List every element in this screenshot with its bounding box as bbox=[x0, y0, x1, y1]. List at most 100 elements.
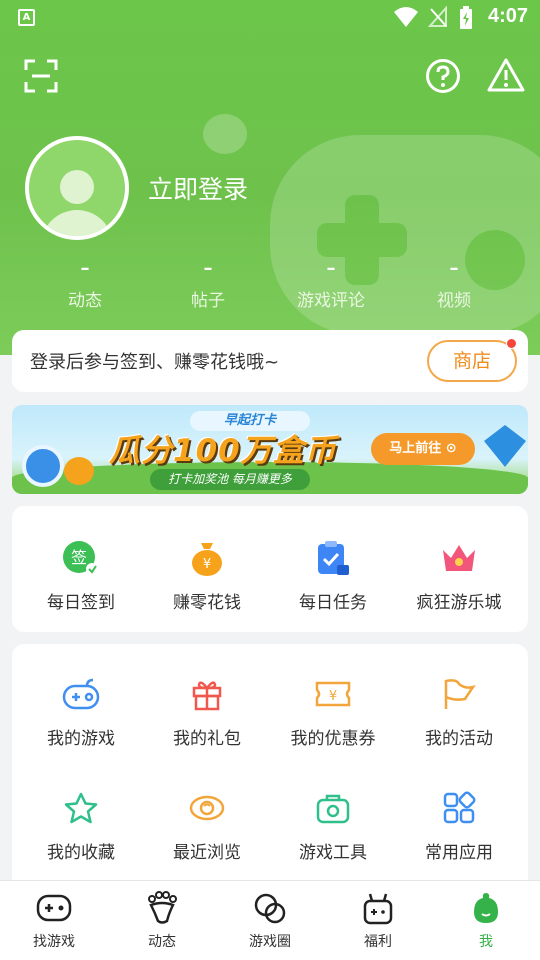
stat-game-reviews[interactable]: – 游戏评论 bbox=[281, 258, 381, 311]
stat-value: – bbox=[449, 258, 459, 279]
feature-label: 我的游戏 bbox=[47, 729, 115, 749]
my-games[interactable]: 我的游戏 bbox=[18, 672, 144, 749]
gamepad-icon bbox=[36, 894, 72, 922]
banner-subtitle: 打卡加奖池 每月赚更多 bbox=[150, 469, 310, 490]
paw-icon bbox=[148, 891, 177, 924]
profile-header: A 4:07 立即登录 – 动态 – 帖子 – 游戏评论 – 视频 bbox=[0, 0, 540, 355]
login-link[interactable]: 立即登录 bbox=[148, 170, 248, 206]
flag-icon bbox=[444, 679, 476, 709]
svg-text:¥: ¥ bbox=[203, 557, 211, 572]
signin-prompt: 登录后参与签到、赚零花钱哦~ bbox=[30, 352, 280, 373]
stat-posts[interactable]: – 帖子 bbox=[158, 258, 258, 311]
scan-icon[interactable] bbox=[24, 59, 58, 93]
wifi-icon bbox=[394, 7, 418, 27]
svg-text:¥: ¥ bbox=[329, 689, 337, 704]
money-bag-icon: ¥ bbox=[192, 543, 222, 576]
stat-label: 动态 bbox=[68, 291, 102, 311]
app-notification-icon: A bbox=[18, 9, 35, 26]
help-icon[interactable] bbox=[425, 58, 461, 94]
stat-label: 帖子 bbox=[191, 291, 225, 311]
promo-banner[interactable]: 早起打卡 瓜分100万盒币 打卡加奖池 每月赚更多 马上前往 ⊙ bbox=[12, 405, 528, 494]
warning-icon[interactable] bbox=[486, 57, 526, 93]
notification-dot bbox=[506, 338, 517, 349]
quick-label: 赚零花钱 bbox=[173, 593, 241, 613]
stat-dynamics[interactable]: – 动态 bbox=[35, 258, 135, 311]
feature-label: 我的礼包 bbox=[173, 729, 241, 749]
stat-label: 视频 bbox=[437, 291, 471, 311]
feature-label: 常用应用 bbox=[425, 843, 493, 863]
tab-label: 福利 bbox=[364, 934, 392, 950]
my-coupons[interactable]: ¥ 我的优惠券 bbox=[270, 672, 396, 749]
feature-label: 我的优惠券 bbox=[290, 729, 376, 749]
tab-label: 游戏圈 bbox=[249, 934, 291, 950]
apps-icon bbox=[443, 791, 476, 824]
feature-label: 最近浏览 bbox=[173, 843, 241, 863]
feature-label: 游戏工具 bbox=[299, 843, 367, 863]
quick-actions-card: 签 每日签到 ¥ 赚零花钱 每日任务 疯狂游乐城 bbox=[12, 506, 528, 632]
my-features-card: 我的游戏 我的礼包 ¥ 我的优惠券 我的活动 我的收藏 最近浏览 游戏工具 常用… bbox=[12, 644, 528, 894]
gift-box-icon bbox=[363, 893, 393, 925]
gift-icon bbox=[192, 681, 222, 711]
stat-videos[interactable]: – 视频 bbox=[404, 258, 504, 311]
quick-actions-grid: 签 每日签到 ¥ 赚零花钱 每日任务 疯狂游乐城 bbox=[18, 536, 522, 613]
gamepad-icon bbox=[62, 678, 100, 710]
task-clipboard-icon bbox=[318, 541, 349, 575]
my-features-row-2: 我的收藏 最近浏览 游戏工具 常用应用 bbox=[18, 786, 522, 863]
quick-daily-task[interactable]: 每日任务 bbox=[270, 536, 396, 613]
quick-daily-signin[interactable]: 签 每日签到 bbox=[18, 536, 144, 613]
coupon-icon: ¥ bbox=[315, 681, 351, 707]
tab-label: 我 bbox=[479, 934, 493, 950]
stat-value: – bbox=[80, 258, 90, 279]
battery-charging-icon bbox=[460, 6, 472, 29]
feature-label: 我的收藏 bbox=[47, 843, 115, 863]
crown-icon bbox=[443, 545, 475, 571]
quick-label: 每日签到 bbox=[47, 593, 115, 613]
clock-time: 4:07 bbox=[487, 5, 528, 27]
recent-views[interactable]: 最近浏览 bbox=[144, 786, 270, 863]
gamepad-watermark-icon bbox=[270, 135, 540, 335]
quick-earn-money[interactable]: ¥ 赚零花钱 bbox=[144, 536, 270, 613]
avatar-body bbox=[41, 210, 113, 236]
mascot-icon bbox=[474, 893, 498, 923]
feature-label: 我的活动 bbox=[425, 729, 493, 749]
gift-cube-icon bbox=[484, 425, 526, 467]
shop-button[interactable]: 商店 bbox=[427, 338, 517, 382]
avatar-head bbox=[60, 170, 94, 204]
no-signal-icon bbox=[428, 6, 447, 27]
banner-cta-button[interactable]: 马上前往 ⊙ bbox=[371, 433, 475, 465]
tab-dynamics[interactable]: 动态 bbox=[108, 881, 216, 960]
star-icon bbox=[64, 792, 98, 824]
toolbox-icon bbox=[316, 794, 350, 824]
signin-card[interactable]: 登录后参与签到、赚零花钱哦~ 商店 bbox=[12, 330, 528, 392]
bottom-tab-bar: 找游戏 动态 游戏圈 福利 我 bbox=[0, 880, 540, 960]
my-gifts[interactable]: 我的礼包 bbox=[144, 672, 270, 749]
stat-label: 游戏评论 bbox=[297, 291, 365, 311]
quick-label: 每日任务 bbox=[299, 593, 367, 613]
tab-benefits[interactable]: 福利 bbox=[324, 881, 432, 960]
game-tools[interactable]: 游戏工具 bbox=[270, 786, 396, 863]
sign-icon: 签 bbox=[63, 541, 98, 575]
quick-crazy-park[interactable]: 疯狂游乐城 bbox=[396, 536, 522, 613]
status-bar: A 4:07 bbox=[0, 0, 540, 36]
stat-value: – bbox=[203, 258, 213, 279]
my-favorites[interactable]: 我的收藏 bbox=[18, 786, 144, 863]
my-activities[interactable]: 我的活动 bbox=[396, 672, 522, 749]
tab-me[interactable]: 我 bbox=[432, 881, 540, 960]
shop-label: 商店 bbox=[452, 350, 491, 372]
cat-mascot-icon bbox=[64, 457, 94, 485]
avatar[interactable] bbox=[25, 136, 129, 240]
tab-find-games[interactable]: 找游戏 bbox=[0, 881, 108, 960]
circles-icon bbox=[254, 893, 286, 924]
bird-watermark-icon bbox=[203, 114, 247, 154]
banner-headline: 瓜分100万盒币 bbox=[109, 433, 337, 469]
tab-label: 动态 bbox=[148, 934, 176, 950]
common-apps[interactable]: 常用应用 bbox=[396, 786, 522, 863]
tab-label: 找游戏 bbox=[33, 934, 75, 950]
my-features-row-1: 我的游戏 我的礼包 ¥ 我的优惠券 我的活动 bbox=[18, 672, 522, 749]
tab-game-circle[interactable]: 游戏圈 bbox=[216, 881, 324, 960]
alarm-clock-icon bbox=[22, 445, 64, 487]
eye-icon bbox=[189, 795, 225, 821]
quick-label: 疯狂游乐城 bbox=[416, 593, 502, 613]
stat-value: – bbox=[326, 258, 336, 279]
svg-text:签: 签 bbox=[71, 548, 87, 567]
